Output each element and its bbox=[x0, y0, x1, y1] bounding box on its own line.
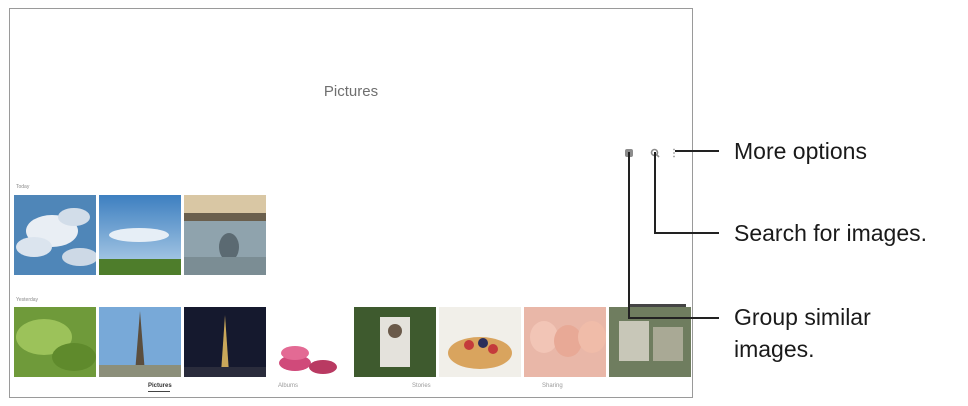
callout-line-search-vertical bbox=[654, 152, 656, 233]
group-label-today: Today bbox=[16, 184, 30, 190]
callout-more-options: More options bbox=[734, 138, 867, 164]
callout-line-search-horizontal bbox=[654, 232, 719, 234]
thumbnail-fruit-tart[interactable] bbox=[439, 307, 521, 377]
thumbnail-eiffel-tower-night[interactable] bbox=[184, 307, 266, 377]
thumbnail-lake-reflection[interactable] bbox=[184, 195, 266, 275]
thumbnail-eiffel-tower-day[interactable] bbox=[99, 307, 181, 377]
thumbnail-sky-clouds[interactable] bbox=[14, 195, 96, 275]
callout-group-line2: images. bbox=[734, 336, 815, 362]
tab-albums[interactable]: Albums bbox=[278, 383, 298, 389]
thumbnail-green-leaves[interactable] bbox=[14, 307, 96, 377]
tab-pictures-underline bbox=[148, 391, 170, 392]
group-label-yesterday: Yesterday bbox=[16, 297, 39, 303]
page-title: Pictures bbox=[323, 83, 379, 100]
callout-line-group-vertical bbox=[628, 152, 630, 318]
callout-line-group-horizontal bbox=[628, 317, 719, 319]
tab-pictures[interactable]: Pictures bbox=[148, 383, 172, 389]
manual-illustration: Pictures Today Yesterday Pictures Albums… bbox=[0, 0, 968, 406]
gallery-screen: Pictures Today Yesterday Pictures Albums… bbox=[9, 8, 693, 398]
callout-search: Search for images. bbox=[734, 220, 928, 246]
thumbnail-macarons-stack[interactable] bbox=[269, 307, 351, 377]
tab-stories[interactable]: Stories bbox=[412, 383, 431, 389]
thumbnail-cat-photo[interactable] bbox=[354, 307, 436, 377]
tab-sharing[interactable]: Sharing bbox=[542, 383, 563, 389]
bottom-navigation: Pictures Albums Stories Sharing bbox=[10, 377, 692, 397]
callout-line-more-options bbox=[675, 150, 719, 152]
thumbnail-pink-macarons[interactable] bbox=[524, 307, 606, 377]
thumbnail-blue-sky-field[interactable] bbox=[99, 195, 181, 275]
selection-indicator bbox=[630, 304, 686, 307]
callout-group-line1: Group similar bbox=[734, 304, 871, 330]
